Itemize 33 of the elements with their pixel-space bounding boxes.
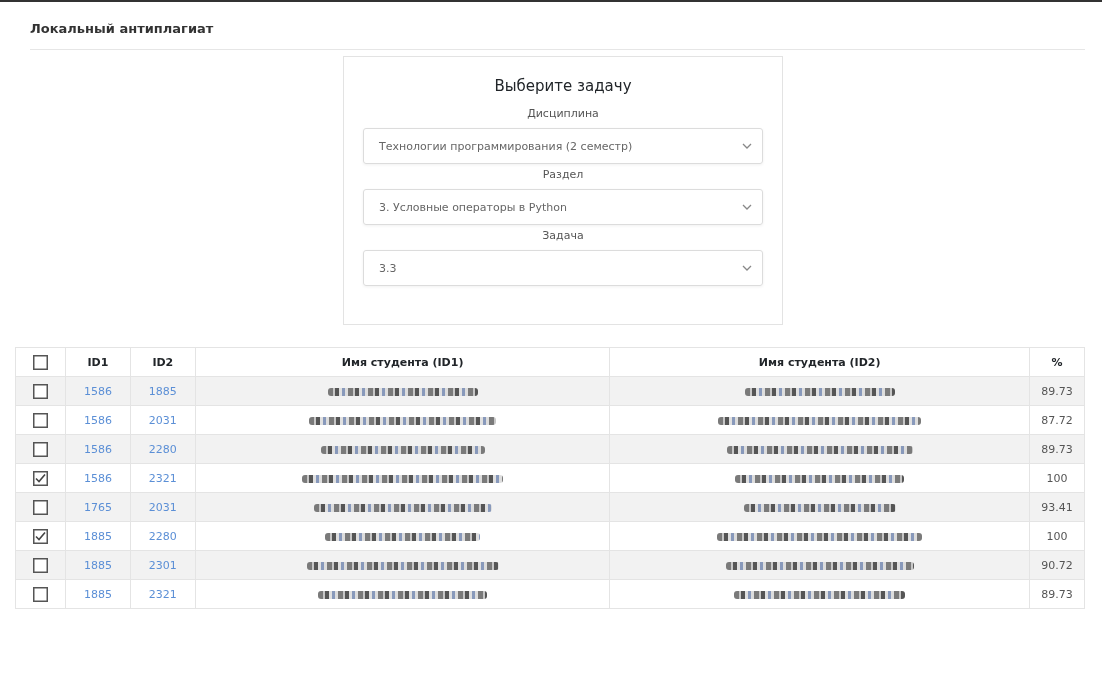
chevron-down-icon [742, 204, 752, 210]
column-header: Имя студента (ID2) [758, 355, 881, 369]
field-label: Дисциплина [527, 107, 599, 120]
chevron-down-icon [742, 265, 752, 271]
page-title: Локальный антиплагиат [30, 21, 214, 36]
checkbox[interactable] [32, 354, 48, 370]
percent-value: 89.73 [1041, 384, 1073, 398]
percent-value: 87.72 [1041, 413, 1073, 427]
percent-value: 100 [1046, 529, 1068, 543]
percent-value: 93.41 [1041, 500, 1073, 514]
column-header: % [1051, 355, 1063, 369]
checkbox[interactable] [32, 586, 48, 602]
card-title: Выберите задачу [494, 77, 632, 95]
percent-value: 90.72 [1041, 558, 1073, 572]
field-label: Раздел [542, 168, 584, 181]
checkbox[interactable] [32, 441, 48, 457]
column-header: ID1 [87, 355, 109, 369]
percent-value: 89.73 [1041, 587, 1073, 601]
dropdown[interactable]: 3.3 [363, 250, 763, 286]
percent-value: 89.73 [1041, 442, 1073, 456]
dropdown[interactable]: 3. Условные операторы в Python [363, 189, 763, 225]
percent-value: 100 [1046, 471, 1068, 485]
column-header: Имя студента (ID1) [341, 355, 464, 369]
column-header: ID2 [152, 355, 174, 369]
field-label: Задача [542, 229, 584, 242]
checkbox[interactable] [32, 499, 48, 515]
dropdown[interactable]: Технологии программирования (2 семестр) [363, 128, 763, 164]
checkbox[interactable] [32, 557, 48, 573]
checkbox[interactable] [32, 470, 48, 486]
checkbox[interactable] [32, 383, 48, 399]
checkbox[interactable] [32, 412, 48, 428]
chevron-down-icon [742, 143, 752, 149]
checkbox[interactable] [32, 528, 48, 544]
